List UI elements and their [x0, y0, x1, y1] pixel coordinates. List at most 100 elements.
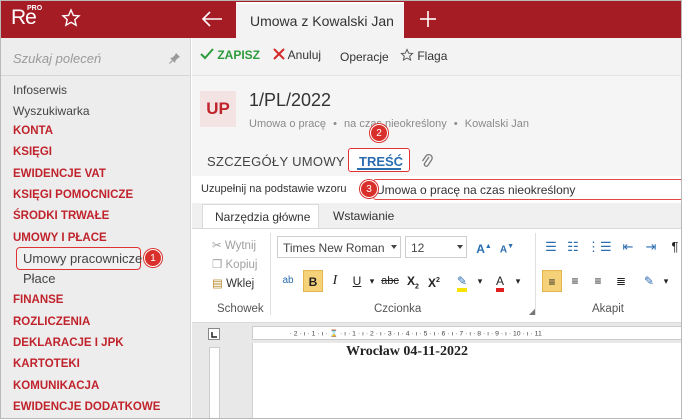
- shrink-font-icon[interactable]: A▼: [497, 236, 517, 258]
- chevron-down-icon[interactable]: ▾: [362, 270, 382, 292]
- align-right-icon[interactable]: ≡: [588, 270, 608, 292]
- back-arrow-icon[interactable]: [200, 10, 224, 28]
- document-tabs: SZCZEGÓŁY UMOWY TREŚĆ 2: [192, 124, 681, 176]
- copy-label: Kopiuj: [225, 259, 258, 271]
- command-search[interactable]: Szukaj poleceń: [1, 38, 190, 76]
- sidebar-item-konta[interactable]: KONTA: [13, 125, 53, 137]
- document-type: Umowa o pracę: [249, 118, 327, 130]
- flag-button[interactable]: Flaga: [400, 48, 447, 63]
- cut-button[interactable]: ✂ Wytnij: [212, 238, 256, 252]
- sidebar-item-wyszukiwarka[interactable]: Wyszukiwarka: [13, 104, 90, 118]
- ribbon-tab-home-label: Narzędzia główne: [215, 210, 311, 224]
- font-group-label: Czcionka: [374, 303, 422, 315]
- pilcrow-icon[interactable]: ¶: [665, 236, 681, 258]
- chevron-down-icon: [391, 245, 397, 249]
- tab-stop-icon: [211, 332, 217, 338]
- sidebar-item-deklaracje-i-jpk[interactable]: DEKLARACJE I JPK: [13, 337, 124, 349]
- save-button[interactable]: ZAPISZ: [200, 48, 260, 62]
- horizontal-ruler[interactable]: · 2 · ı · 1 · ı · ⌛ · ı · 1 · ı · 2 · ı …: [252, 326, 682, 340]
- chevron-down-icon[interactable]: ▾: [508, 270, 528, 292]
- template-row: Uzupełnij na podstawie wzoru Umowa o pra…: [192, 176, 681, 202]
- font-color-icon[interactable]: A: [490, 270, 510, 292]
- check-icon: [200, 48, 214, 60]
- annotation-badge-2: 2: [370, 124, 388, 142]
- font-family-value: Times New Roman: [283, 241, 385, 255]
- sidebar-item-umowy-pracownicze[interactable]: Umowy pracownicze: [23, 251, 142, 266]
- sidebar-item-ksiegi[interactable]: KSIĘGI: [13, 146, 52, 158]
- paperclip-icon[interactable]: [421, 153, 433, 169]
- paste-label: Wklej: [226, 278, 255, 290]
- ribbon-tab-insert[interactable]: Wstawianie: [333, 209, 394, 223]
- flag-label: Flaga: [417, 49, 448, 63]
- chevron-down-icon[interactable]: ▾: [470, 270, 490, 292]
- template-select[interactable]: Umowa o pracę na czas nieokreślony: [373, 179, 681, 200]
- action-toolbar: ZAPISZ Anuluj Operacje Flaga: [192, 38, 681, 76]
- sidebar: Szukaj poleceń Infoserwis Wyszukiwarka K…: [1, 38, 191, 418]
- clipboard-group-label: Schowek: [217, 303, 264, 315]
- sidebar-item-rozliczenia[interactable]: ROZLICZENIA: [13, 316, 90, 328]
- sidebar-item-finanse[interactable]: FINANSE: [13, 294, 63, 306]
- sidebar-item-srodki-trwale[interactable]: ŚRODKI TRWAŁE: [13, 210, 109, 222]
- document-page[interactable]: Wrocław 04-11-2022: [252, 343, 681, 418]
- sidebar-item-ewidencje-dodatkowe[interactable]: EWIDENCJE DODATKOWE: [13, 401, 160, 413]
- tab-stop-selector[interactable]: [208, 328, 220, 340]
- bullets-icon[interactable]: ☰: [541, 236, 561, 258]
- tab-document[interactable]: Umowa z Kowalski Jan: [236, 2, 404, 38]
- sidebar-item-place[interactable]: Płace: [23, 271, 56, 286]
- grow-font-icon[interactable]: A▲: [474, 236, 494, 258]
- paste-button[interactable]: ▤ Wklej: [212, 276, 254, 290]
- cut-label: Wytnij: [224, 240, 257, 252]
- sidebar-item-ksiegi-pomocnicze[interactable]: KSIĘGI POMOCNICZE: [13, 189, 133, 201]
- justify-icon[interactable]: ≣: [611, 270, 631, 292]
- tab-content[interactable]: TREŚĆ: [348, 148, 410, 172]
- template-label: Uzupełnij na podstawie wzoru: [201, 183, 347, 195]
- numbering-icon[interactable]: ☷: [563, 236, 583, 258]
- copy-button[interactable]: ❐ Kopiuj: [212, 257, 257, 271]
- save-label: ZAPISZ: [217, 48, 261, 62]
- ribbon: ✂ Wytnij ❐ Kopiuj ▤ Wklej Schowek Times …: [192, 228, 681, 323]
- format-painter-icon[interactable]: ab: [278, 270, 298, 292]
- template-value: Umowa o pracę na czas nieokreślony: [376, 183, 576, 197]
- pin-icon[interactable]: [169, 52, 181, 64]
- align-left-icon[interactable]: ≡: [542, 270, 562, 292]
- new-tab-plus-icon[interactable]: [418, 9, 438, 29]
- chevron-down-icon: [457, 245, 463, 249]
- paragraph-group-label: Akapit: [592, 303, 624, 315]
- favorite-star-icon[interactable]: [61, 8, 81, 28]
- strikethrough-icon[interactable]: abc: [380, 270, 400, 292]
- ribbon-divider: [270, 233, 271, 315]
- ribbon-tab-home[interactable]: Narzędzia główne: [202, 204, 319, 228]
- bold-icon[interactable]: B: [303, 270, 323, 292]
- clipboard-icon: ▤: [212, 278, 223, 290]
- sidebar-item-kartoteki[interactable]: KARTOTEKI: [13, 358, 80, 370]
- copy-icon: ❐: [212, 259, 223, 271]
- document-type-badge: UP: [200, 91, 236, 127]
- tab-details[interactable]: SZCZEGÓŁY UMOWY: [207, 154, 345, 169]
- highlight-color-icon[interactable]: ✎: [452, 270, 472, 292]
- font-family-select[interactable]: Times New Roman: [277, 236, 401, 258]
- increase-indent-icon[interactable]: ⇥: [641, 236, 661, 258]
- close-icon: [273, 48, 285, 60]
- sidebar-item-infoserwis[interactable]: Infoserwis: [13, 83, 67, 97]
- sidebar-item-ewidencje-vat[interactable]: EWIDENCJE VAT: [13, 168, 106, 180]
- sidebar-item-umowy-i-place[interactable]: UMOWY I PŁACE: [13, 232, 107, 244]
- font-size-select[interactable]: 12: [405, 236, 467, 258]
- superscript-icon[interactable]: X2: [424, 270, 444, 292]
- chevron-down-icon[interactable]: ▾: [656, 270, 676, 292]
- scissors-icon: ✂: [212, 240, 222, 252]
- dialog-launcher-icon[interactable]: ◢: [522, 301, 542, 323]
- app-logo[interactable]: Re PRO: [1, 1, 53, 38]
- italic-icon[interactable]: I: [325, 270, 345, 292]
- decrease-indent-icon[interactable]: ⇤: [618, 236, 638, 258]
- multilevel-list-icon[interactable]: ⋮☰: [587, 236, 612, 258]
- annotation-badge-3: 3: [360, 180, 378, 198]
- page-text: Wrocław 04-11-2022: [346, 344, 468, 359]
- subscript-icon[interactable]: X2: [403, 270, 423, 292]
- operations-button[interactable]: Operacje: [340, 50, 389, 64]
- vertical-ruler[interactable]: [209, 347, 220, 418]
- ribbon-tabs: Narzędzia główne Wstawianie: [192, 203, 681, 228]
- cancel-button[interactable]: Anuluj: [273, 48, 321, 62]
- sidebar-item-komunikacja[interactable]: KOMUNIKACJA: [13, 380, 99, 392]
- align-center-icon[interactable]: ≡: [565, 270, 585, 292]
- search-input[interactable]: Szukaj poleceń: [13, 51, 101, 66]
